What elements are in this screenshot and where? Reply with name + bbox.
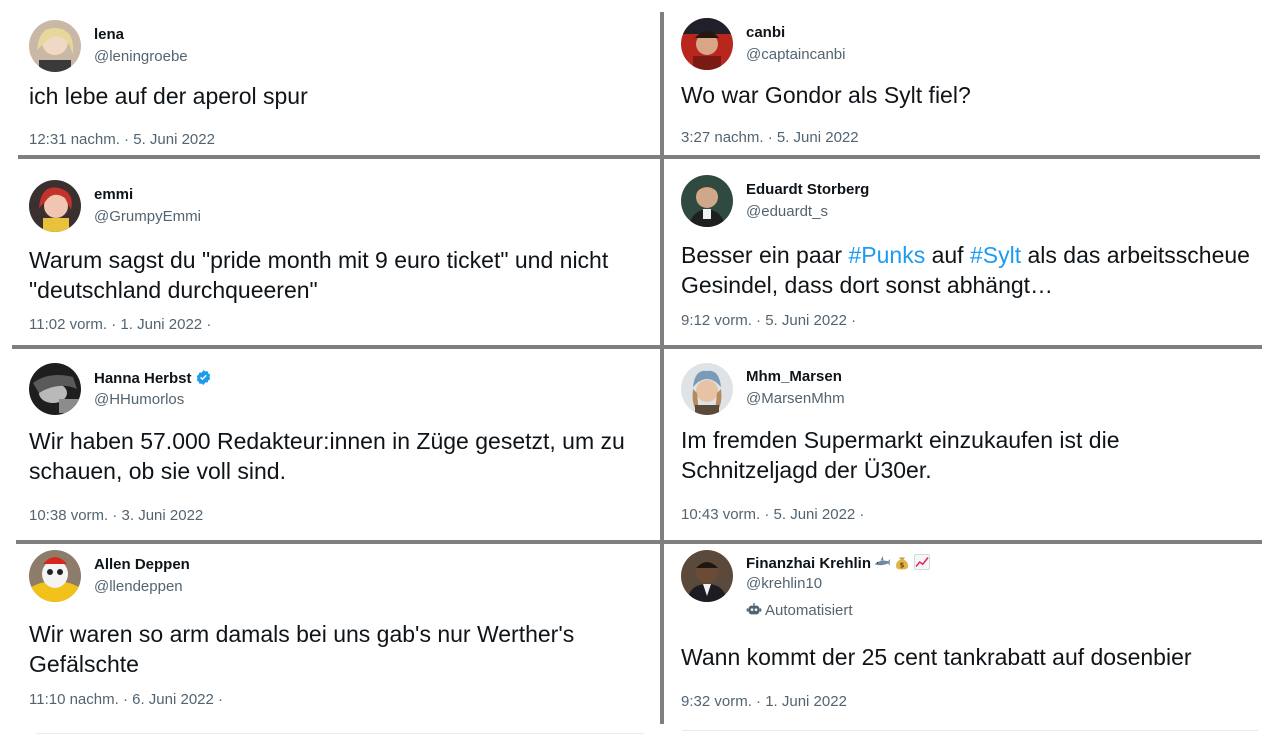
tweet-card[interactable]: Finanzhai Krehlin $ @krehlin10 Automatisi…: [664, 544, 1270, 742]
tweet-timestamp[interactable]: 11:02 vorm. · 1. Juni 2022 ·: [29, 316, 211, 333]
display-name-text[interactable]: Finanzhai Krehlin: [746, 555, 871, 572]
automated-label: Automatisiert: [746, 601, 853, 619]
avatar[interactable]: [681, 550, 733, 602]
card-bottom-border: [682, 730, 1258, 731]
avatar[interactable]: [681, 363, 733, 415]
hashtag-link[interactable]: #Sylt: [970, 242, 1021, 268]
tweet-text: Warum sagst du "pride month mit 9 euro t…: [29, 247, 609, 303]
tweet-text-segment: auf: [925, 242, 970, 268]
tweet-card[interactable]: Mhm_Marsen @MarsenMhm Im fremden Superma…: [664, 350, 1270, 540]
row-divider: [12, 345, 1262, 349]
tweet-timestamp[interactable]: 10:43 vorm. · 5. Juni 2022 ·: [681, 506, 864, 523]
display-name[interactable]: emmi: [94, 186, 133, 203]
user-handle[interactable]: @HHumorlos: [94, 391, 184, 408]
tweet-text: Wo war Gondor als Sylt fiel?: [681, 82, 971, 108]
avatar[interactable]: [681, 18, 733, 70]
tweet-timestamp[interactable]: 3:27 nachm. · 5. Juni 2022: [681, 129, 859, 146]
display-name-text[interactable]: Hanna Herbst: [94, 370, 192, 387]
shark-emoji-icon: [874, 556, 891, 566]
tweet-card[interactable]: Eduardt Storberg @eduardt_s Besser ein p…: [664, 161, 1270, 346]
display-name[interactable]: canbi: [746, 24, 785, 41]
column-divider: [660, 12, 664, 724]
tweet-text: Wir haben 57.000 Redakteur:innen in Züge…: [29, 428, 625, 484]
display-name[interactable]: Hanna Herbst: [94, 369, 212, 387]
display-name[interactable]: Finanzhai Krehlin $: [746, 553, 931, 572]
user-handle[interactable]: @krehlin10: [746, 575, 822, 592]
tweet-timestamp[interactable]: 12:31 nachm. · 5. Juni 2022: [29, 131, 215, 148]
user-handle[interactable]: @eduardt_s: [746, 203, 828, 220]
card-bottom-border: [36, 733, 644, 734]
tweet-timestamp[interactable]: 9:12 vorm. · 5. Juni 2022 ·: [681, 312, 856, 329]
automated-label-text: Automatisiert: [765, 602, 853, 619]
user-handle[interactable]: @leningroebe: [94, 48, 188, 65]
chart-increasing-icon: [914, 554, 930, 570]
robot-icon: [746, 603, 762, 615]
display-name[interactable]: Eduardt Storberg: [746, 181, 869, 198]
user-handle[interactable]: @GrumpyEmmi: [94, 208, 201, 225]
tweet-card[interactable]: canbi @captaincanbi Wo war Gondor als Sy…: [664, 0, 1270, 157]
tweet-card[interactable]: Hanna Herbst @HHumorlos Wir haben 57.000…: [0, 350, 660, 540]
tweet-card[interactable]: emmi @GrumpyEmmi Warum sagst du "pride m…: [0, 161, 660, 346]
tweet-text: ich lebe auf der aperol spur: [29, 83, 308, 109]
tweet-text: Wann kommt der 25 cent tankrabatt auf do…: [681, 644, 1192, 670]
display-name[interactable]: Mhm_Marsen: [746, 368, 842, 385]
display-name[interactable]: lena: [94, 26, 124, 43]
row-divider: [16, 540, 1262, 544]
tweet-text-segment: Besser ein paar: [681, 242, 849, 268]
tweet-card[interactable]: Allen Deppen @llendeppen Wir waren so ar…: [0, 544, 660, 742]
avatar[interactable]: [29, 550, 81, 602]
avatar[interactable]: [681, 175, 733, 227]
hashtag-link[interactable]: #Punks: [848, 242, 925, 268]
avatar[interactable]: [29, 20, 81, 72]
tweet-timestamp[interactable]: 9:32 vorm. · 1. Juni 2022: [681, 693, 847, 710]
user-handle[interactable]: @MarsenMhm: [746, 390, 845, 407]
verified-badge-icon: [196, 370, 210, 385]
tweet-timestamp[interactable]: 10:38 vorm. · 3. Juni 2022: [29, 507, 203, 524]
money-bag-icon: $: [896, 557, 909, 570]
user-handle[interactable]: @llendeppen: [94, 578, 183, 595]
tweet-text: Besser ein paar #Punks auf #Sylt als das…: [681, 240, 1261, 300]
display-name[interactable]: Allen Deppen: [94, 556, 190, 573]
tweet-timestamp[interactable]: 11:10 nachm. · 6. Juni 2022 ·: [29, 691, 223, 708]
avatar[interactable]: [29, 180, 81, 232]
tweet-card[interactable]: lena @leningroebe ich lebe auf der apero…: [0, 0, 660, 157]
tweet-text: Wir waren so arm damals bei uns gab's nu…: [29, 621, 575, 677]
user-handle[interactable]: @captaincanbi: [746, 46, 845, 63]
row-divider: [18, 155, 1260, 159]
svg-text:$: $: [900, 561, 905, 569]
tweet-text: Im fremden Supermarkt einzukaufen ist di…: [681, 427, 1120, 483]
avatar[interactable]: [29, 363, 81, 415]
